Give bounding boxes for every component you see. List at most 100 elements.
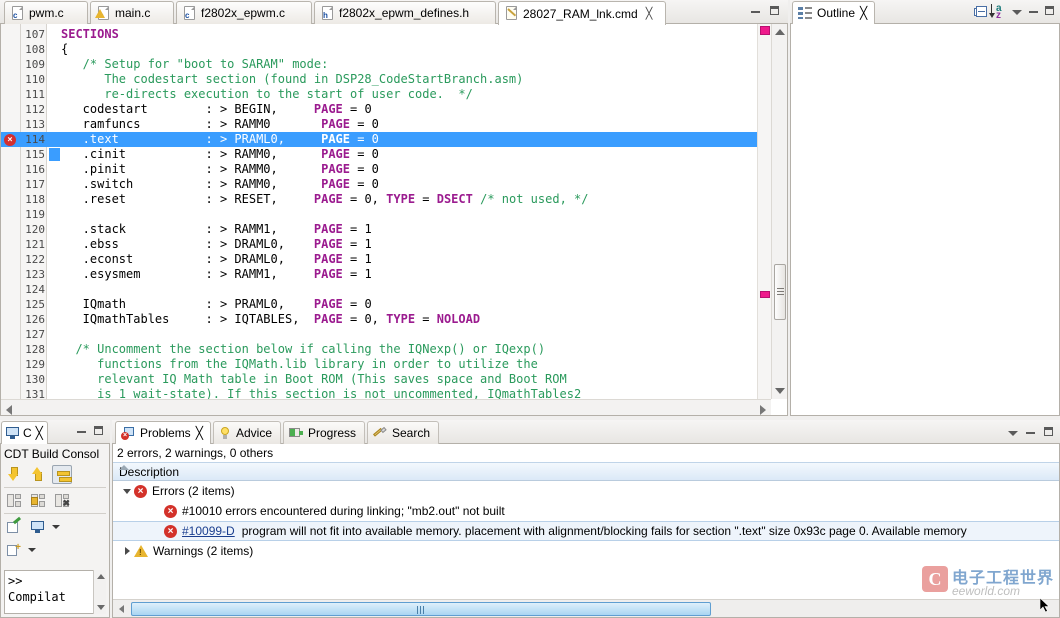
code-line[interactable]: 111 re-directs execution to the start of… bbox=[1, 87, 787, 102]
code-line[interactable]: 112 codestart : > BEGIN, PAGE = 0 bbox=[1, 102, 787, 117]
maximize-icon[interactable] bbox=[1043, 4, 1056, 17]
scroll-left-icon[interactable] bbox=[116, 602, 128, 615]
code-line[interactable]: 128 /* Uncomment the section below if ca… bbox=[1, 342, 787, 357]
toolbar-divider bbox=[4, 487, 106, 488]
problems-group-row[interactable]: ×Errors (2 items) bbox=[113, 481, 1059, 501]
clear-console-icon[interactable] bbox=[4, 491, 24, 510]
line-number: 112 bbox=[1, 102, 45, 117]
problems-horizontal-scrollbar[interactable] bbox=[113, 599, 1059, 617]
tab-advice[interactable]: Advice bbox=[213, 421, 281, 444]
minimize-icon[interactable] bbox=[75, 424, 88, 437]
problem-id-link[interactable]: #10099-D bbox=[182, 521, 235, 541]
twisty-expanded-icon[interactable] bbox=[121, 481, 134, 501]
editor-tab-main-c[interactable]: c main.c bbox=[90, 1, 174, 24]
code-line[interactable]: ×114 .text : > PRAML0, PAGE = 0 bbox=[1, 132, 787, 147]
scroll-left-icon[interactable] bbox=[6, 405, 12, 415]
source-editor[interactable]: 107SECTIONS108{109 /* Setup for "boot to… bbox=[0, 24, 788, 416]
code-line[interactable]: 116 .pinit : > RAMM0, PAGE = 0 bbox=[1, 162, 787, 177]
scroll-down-icon[interactable] bbox=[775, 388, 785, 394]
tab-progress[interactable]: Progress bbox=[283, 421, 365, 444]
display-selected-console-icon[interactable] bbox=[28, 517, 48, 536]
code-line[interactable]: 124 bbox=[1, 282, 787, 297]
pin-console-icon[interactable] bbox=[4, 517, 24, 536]
editor-tab-pwm-c[interactable]: c pwm.c bbox=[4, 1, 88, 24]
editor-overview-ruler[interactable] bbox=[757, 24, 771, 399]
code-line[interactable]: 120 .stack : > RAMM1, PAGE = 1 bbox=[1, 222, 787, 237]
close-icon[interactable]: ╳ bbox=[36, 426, 43, 440]
scroll-down-icon[interactable] bbox=[97, 605, 105, 610]
tab-search[interactable]: Search bbox=[367, 421, 439, 444]
table-row[interactable]: ×#10010 errors encountered during linkin… bbox=[113, 501, 1059, 521]
maximize-icon[interactable] bbox=[768, 4, 781, 17]
scrollbar-thumb[interactable] bbox=[131, 602, 711, 616]
code-line[interactable]: 125 IQmath : > PRAML0, PAGE = 0 bbox=[1, 297, 787, 312]
editor-tab-f2802x-epwm-defines-h[interactable]: h f2802x_epwm_defines.h bbox=[314, 1, 496, 24]
console-toolbar-row-1 bbox=[1, 463, 109, 486]
line-number: 125 bbox=[1, 297, 45, 312]
scroll-lock-down-icon[interactable] bbox=[4, 465, 24, 484]
code-line[interactable]: 122 .econst : > DRAML0, PAGE = 1 bbox=[1, 252, 787, 267]
maximize-icon[interactable] bbox=[92, 424, 105, 437]
outline-content[interactable] bbox=[790, 24, 1060, 416]
code-line[interactable]: 118 .reset : > RESET, PAGE = 0, TYPE = D… bbox=[1, 192, 787, 207]
close-icon[interactable]: ╳ bbox=[646, 7, 653, 20]
code-text: codestart : > BEGIN, PAGE = 0 bbox=[61, 102, 372, 117]
scrollbar-thumb[interactable] bbox=[774, 264, 786, 320]
code-line[interactable]: 129 functions from the IQMath.lib librar… bbox=[1, 357, 787, 372]
editor-text-area[interactable]: 107SECTIONS108{109 /* Setup for "boot to… bbox=[1, 27, 787, 415]
remove-console-icon[interactable]: ✖ bbox=[52, 491, 72, 510]
code-line[interactable]: 108{ bbox=[1, 42, 787, 57]
overview-error-marker[interactable] bbox=[760, 291, 770, 298]
code-line[interactable]: 113 ramfuncs : > RAMM0 PAGE = 0 bbox=[1, 117, 787, 132]
problems-group-row[interactable]: Warnings (2 items) bbox=[113, 541, 1059, 561]
scroll-right-icon[interactable] bbox=[760, 405, 766, 415]
code-line[interactable]: 109 /* Setup for "boot to SARAM" mode: bbox=[1, 57, 787, 72]
c-file-warning-icon: c bbox=[97, 6, 110, 21]
editor-tab-f2802x-epwm-c[interactable]: c f2802x_epwm.c bbox=[176, 1, 312, 24]
console-vertical-scrollbar[interactable] bbox=[93, 570, 106, 614]
minimize-icon[interactable] bbox=[1027, 4, 1040, 17]
code-line[interactable]: 127 bbox=[1, 327, 787, 342]
code-line[interactable]: 121 .ebss : > DRAML0, PAGE = 1 bbox=[1, 237, 787, 252]
editor-horizontal-scrollbar[interactable] bbox=[1, 399, 771, 415]
open-console-dropdown-icon[interactable] bbox=[28, 548, 36, 552]
code-line[interactable]: 107SECTIONS bbox=[1, 27, 787, 42]
problems-table[interactable]: ×Errors (2 items)×#10010 errors encounte… bbox=[113, 481, 1059, 561]
editor-tab-28027-ram-lnk-cmd[interactable]: 28027_RAM_lnk.cmd ╳ bbox=[498, 1, 666, 25]
tab-console[interactable]: C ╳ bbox=[1, 421, 48, 444]
overview-error-marker[interactable] bbox=[760, 26, 770, 35]
close-icon[interactable]: ╳ bbox=[860, 6, 867, 20]
problems-column-header[interactable]: Description bbox=[113, 462, 1059, 481]
editor-vertical-scrollbar[interactable] bbox=[771, 24, 787, 399]
close-icon[interactable]: ╳ bbox=[196, 426, 203, 440]
table-row[interactable]: ×#10099-Dprogram will not fit into avail… bbox=[113, 521, 1059, 541]
code-line[interactable]: 126 IQmathTables : > IQTABLES, PAGE = 0,… bbox=[1, 312, 787, 327]
tab-outline[interactable]: Outline ╳ bbox=[792, 1, 875, 24]
twisty-collapsed-icon[interactable] bbox=[121, 541, 134, 561]
sort-alphabetical-icon[interactable]: az bbox=[991, 4, 1007, 19]
display-console-dropdown-icon[interactable] bbox=[52, 525, 60, 529]
scroll-up-icon[interactable] bbox=[97, 574, 105, 579]
scroll-up-icon[interactable] bbox=[775, 29, 785, 35]
fold-marker-icon[interactable] bbox=[49, 148, 60, 161]
tab-problems[interactable]: × Problems ╳ bbox=[115, 421, 211, 444]
maximize-icon[interactable] bbox=[1042, 425, 1055, 438]
code-line[interactable]: 119 bbox=[1, 207, 787, 222]
pin-console-toggle-icon[interactable] bbox=[52, 465, 72, 484]
minimize-icon[interactable] bbox=[1024, 425, 1037, 438]
scroll-lock-up-icon[interactable] bbox=[28, 465, 48, 484]
code-line[interactable]: 130 relevant IQ Math table in Boot ROM (… bbox=[1, 372, 787, 387]
outline-view: Outline ╳ az bbox=[790, 0, 1060, 416]
console-output[interactable]: >> Compilat bbox=[4, 570, 106, 614]
code-line[interactable]: 117 .switch : > RAMM0, PAGE = 0 bbox=[1, 177, 787, 192]
view-menu-icon[interactable] bbox=[1007, 426, 1020, 439]
open-console-icon[interactable]: + bbox=[4, 540, 24, 559]
problems-view: × Problems ╳ Advice Progress Search bbox=[112, 420, 1060, 618]
collapse-all-icon[interactable] bbox=[974, 5, 988, 18]
code-line[interactable]: 123 .esysmem : > RAMM1, PAGE = 1 bbox=[1, 267, 787, 282]
code-line[interactable]: 110 The codestart section (found in DSP2… bbox=[1, 72, 787, 87]
code-line[interactable]: 115 .cinit : > RAMM0, PAGE = 0 bbox=[1, 147, 787, 162]
minimize-icon[interactable] bbox=[749, 4, 762, 17]
view-menu-icon[interactable] bbox=[1011, 5, 1024, 18]
lock-console-icon[interactable] bbox=[28, 491, 48, 510]
